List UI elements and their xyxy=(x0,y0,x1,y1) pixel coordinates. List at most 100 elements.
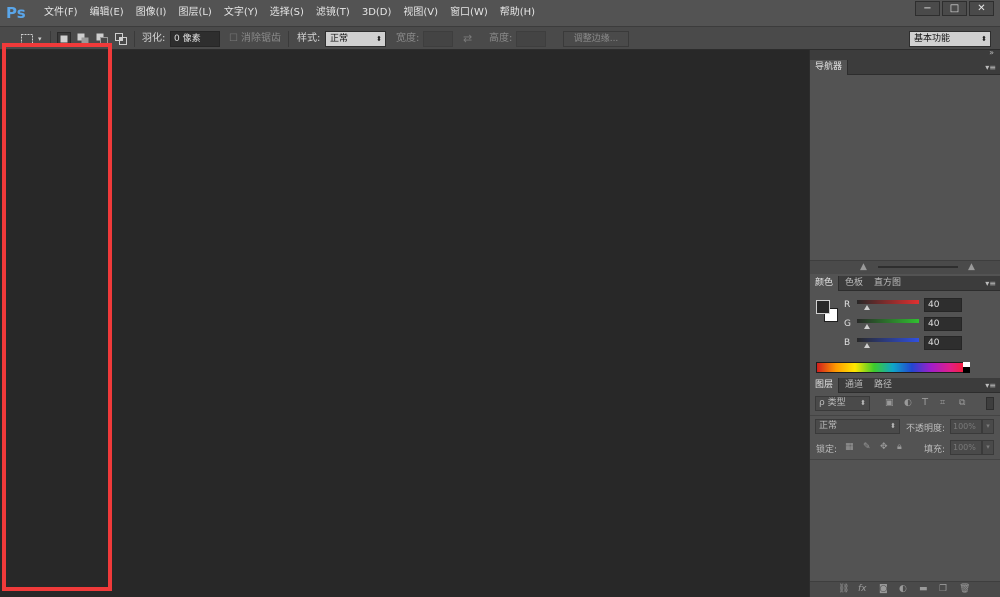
new-layer-icon[interactable]: ❐ xyxy=(939,584,947,594)
layers-panel-body: ρ 类型 ⬍ ▣ ◐ T ⌗ ⧉ 正常 ⬍ 不透明度: 100% ▾ 锁定: ▦… xyxy=(810,394,1000,597)
delete-layer-icon[interactable]: 🗑︎ xyxy=(959,584,970,594)
document-canvas-area[interactable] xyxy=(112,50,809,597)
opacity-dropdown-caret-icon[interactable]: ▾ xyxy=(982,419,994,434)
menu-view[interactable]: 视图(V) xyxy=(397,0,444,26)
filter-type-icon[interactable]: T xyxy=(922,397,928,408)
panel-menu-icon[interactable]: ▾≡ xyxy=(985,378,996,393)
layer-style-fx-icon[interactable]: fx xyxy=(858,584,867,594)
layer-filter-dropdown[interactable]: ρ 类型 ⬍ xyxy=(815,396,870,411)
filter-shape-icon[interactable]: ⌗ xyxy=(940,398,945,408)
adjustment-layer-icon[interactable]: ◐ xyxy=(899,584,907,594)
photoshop-logo: Ps xyxy=(6,4,26,22)
style-value: 正常 xyxy=(330,34,349,44)
channel-r-label: R xyxy=(844,300,851,310)
tab-channels[interactable]: 通道 xyxy=(840,378,868,393)
zoom-in-icon[interactable]: ▲ xyxy=(968,262,975,272)
dropdown-caret-icon: ⬍ xyxy=(981,35,987,43)
opacity-label: 不透明度: xyxy=(906,424,946,434)
tab-navigator[interactable]: 导航器 xyxy=(810,60,849,75)
style-dropdown[interactable]: 正常 ⬍ xyxy=(325,31,386,47)
filter-adjustment-icon[interactable]: ◐ xyxy=(904,398,912,408)
intersect-selection-icon[interactable] xyxy=(114,32,128,46)
antialias-checkbox[interactable]: ☐ xyxy=(229,27,238,51)
highlight-box xyxy=(2,43,112,591)
filter-toggle[interactable] xyxy=(986,397,994,410)
workspace-value: 基本功能 xyxy=(914,34,951,44)
menu-3d[interactable]: 3D(D) xyxy=(356,0,398,26)
foreground-color-swatch[interactable] xyxy=(816,300,830,314)
dropdown-caret-icon: ⬍ xyxy=(860,399,866,407)
tab-color[interactable]: 颜色 xyxy=(810,276,840,291)
zoom-out-icon[interactable]: ▲ xyxy=(860,262,867,272)
green-value-input[interactable]: 40 xyxy=(924,317,962,331)
menu-layer[interactable]: 图层(L) xyxy=(172,0,217,26)
opacity-input[interactable]: 100% xyxy=(950,419,982,434)
link-layers-icon[interactable]: ⛓ xyxy=(838,584,849,594)
navigator-panel-body xyxy=(810,76,1000,266)
minimize-button[interactable]: − xyxy=(915,1,940,16)
lock-image-pixels-icon[interactable]: ✎ xyxy=(863,442,871,452)
feather-label: 羽化: xyxy=(142,33,166,44)
filter-smart-object-icon[interactable]: ⧉ xyxy=(959,398,965,408)
lock-label: 锁定: xyxy=(816,445,838,455)
panel-menu-icon[interactable]: ▾≡ xyxy=(985,60,996,75)
fill-input[interactable]: 100% xyxy=(950,440,982,455)
lock-position-icon[interactable]: ✥ xyxy=(880,442,888,452)
window-controls: − □ ✕ xyxy=(915,1,994,16)
swap-dimensions-icon[interactable]: ⇄ xyxy=(463,27,472,51)
panel-menu-icon[interactable]: ▾≡ xyxy=(985,276,996,291)
add-mask-icon[interactable]: ◙ xyxy=(879,584,888,594)
tab-paths[interactable]: 路径 xyxy=(869,378,897,393)
lock-transparent-pixels-icon[interactable]: ▦ xyxy=(845,442,854,452)
panel-dock: » 导航器 ▾≡ ▲ ▲ 颜色 色板 直方图 ▾≡ R 40 G 40 B 40… xyxy=(809,48,1000,597)
red-slider-thumb[interactable] xyxy=(863,305,870,310)
red-value-input[interactable]: 40 xyxy=(924,298,962,312)
options-bar: ▾ 羽化: 0 像素 ☐ 消除锯齿 样式: 正常 ⬍ 宽度: ⇄ 高度: 调整边… xyxy=(0,26,1000,50)
antialias-label: 消除锯齿 xyxy=(241,33,281,44)
color-spectrum-bar[interactable] xyxy=(816,362,970,373)
channel-g-label: G xyxy=(844,319,851,329)
workspace-dropdown[interactable]: 基本功能 ⬍ xyxy=(909,31,991,47)
menu-filter[interactable]: 滤镜(T) xyxy=(310,0,356,26)
blue-value-input[interactable]: 40 xyxy=(924,336,962,350)
menu-bar: Ps 文件(F) 编辑(E) 图像(I) 图层(L) 文字(Y) 选择(S) 滤… xyxy=(0,0,1000,26)
width-input[interactable] xyxy=(423,31,453,47)
menu-file[interactable]: 文件(F) xyxy=(38,0,84,26)
menu-type[interactable]: 文字(Y) xyxy=(218,0,264,26)
red-slider[interactable] xyxy=(857,300,919,304)
maximize-button[interactable]: □ xyxy=(942,1,967,16)
tab-swatches[interactable]: 色板 xyxy=(840,276,868,291)
blend-mode-dropdown[interactable]: 正常 ⬍ xyxy=(815,419,900,434)
filter-pixel-icon[interactable]: ▣ xyxy=(885,398,894,408)
layers-panel-header: 图层 通道 路径 ▾≡ xyxy=(810,378,1000,393)
fill-dropdown-caret-icon[interactable]: ▾ xyxy=(982,440,994,455)
style-label: 样式: xyxy=(297,33,321,44)
collapse-arrows-icon[interactable]: » xyxy=(989,48,994,57)
green-slider[interactable] xyxy=(857,319,919,323)
new-group-icon[interactable]: ▬ xyxy=(919,584,928,594)
spectrum-black-swatch[interactable] xyxy=(963,367,970,373)
dropdown-caret-icon: ⬍ xyxy=(376,35,382,43)
navigator-zoom-bar: ▲ ▲ xyxy=(810,260,1000,274)
menu-image[interactable]: 图像(I) xyxy=(130,0,173,26)
tab-layers[interactable]: 图层 xyxy=(810,378,840,393)
color-panel-body: R 40 G 40 B 40 xyxy=(810,292,1000,376)
menu-window[interactable]: 窗口(W) xyxy=(444,0,494,26)
height-input[interactable] xyxy=(516,31,546,47)
menu-edit[interactable]: 编辑(E) xyxy=(84,0,130,26)
menu-select[interactable]: 选择(S) xyxy=(264,0,310,26)
refine-edge-button[interactable]: 调整边缘... xyxy=(563,31,629,47)
width-label: 宽度: xyxy=(396,33,420,44)
navigator-panel-header: 导航器 ▾≡ xyxy=(810,60,1000,75)
zoom-slider[interactable] xyxy=(878,266,958,268)
menu-help[interactable]: 帮助(H) xyxy=(494,0,541,26)
close-button[interactable]: ✕ xyxy=(969,1,994,16)
feather-input[interactable]: 0 像素 xyxy=(170,31,220,47)
tab-histogram[interactable]: 直方图 xyxy=(869,276,906,291)
lock-all-icon[interactable]: 🔒︎ xyxy=(897,442,902,452)
blue-slider[interactable] xyxy=(857,338,919,342)
dock-collapse-bar[interactable]: » xyxy=(810,48,1000,60)
blue-slider-thumb[interactable] xyxy=(863,343,870,348)
dropdown-caret-icon: ⬍ xyxy=(890,422,896,430)
green-slider-thumb[interactable] xyxy=(863,324,870,329)
